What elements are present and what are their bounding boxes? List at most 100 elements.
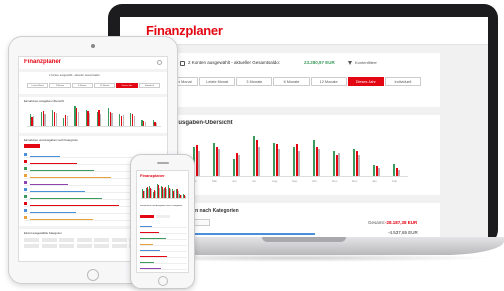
- tablet-bar-chart: [27, 105, 161, 127]
- tablet-category-tab[interactable]: [24, 144, 40, 148]
- tablet-home-button[interactable]: [87, 269, 99, 281]
- chart-bar-jun-3: [66, 115, 68, 126]
- category-chip[interactable]: [41, 244, 57, 248]
- chart-bar-nov-3: [338, 153, 340, 176]
- period-selector: Letzter Monat Letzte Monat 3 Monate 6 Monat…: [162, 77, 422, 86]
- period-option[interactable]: 12 Monate: [310, 77, 347, 86]
- month-tick-label: Feb: [392, 179, 398, 183]
- list-item[interactable]: [140, 229, 187, 234]
- list-item[interactable]: [140, 241, 187, 246]
- category-color-icon: [24, 160, 27, 163]
- filter-icon: [348, 61, 352, 65]
- chart-bar-okt-3: [318, 149, 320, 176]
- category-chip[interactable]: [76, 244, 92, 248]
- tablet-help-icon[interactable]: [157, 60, 162, 65]
- chart-bar-aug-3: [162, 188, 164, 198]
- category-bar: [30, 191, 85, 192]
- chart-bar-jun-3: [238, 154, 240, 176]
- tablet-accounts-summary[interactable]: 2 Konten ausgewählt - aktueller Gesamtsa…: [49, 74, 100, 77]
- accounts-summary[interactable]: 2 Konten ausgewählt - aktueller Gesamtsa…: [188, 60, 280, 65]
- laptop-notch: [262, 237, 346, 242]
- category-chip[interactable]: [76, 238, 92, 242]
- period-option[interactable]: 6 Monate: [71, 83, 93, 88]
- list-item[interactable]: [140, 247, 187, 252]
- category-chip[interactable]: [24, 238, 39, 242]
- chart-bar-sep-3: [298, 151, 300, 176]
- list-item[interactable]: [140, 235, 187, 240]
- category-color-icon: [24, 195, 27, 198]
- month-tick-label: Jul: [252, 179, 256, 183]
- category-chip[interactable]: [24, 244, 39, 248]
- phone-tab-active[interactable]: [140, 215, 154, 218]
- category-bar: [30, 156, 60, 157]
- period-option[interactable]: 12 Monate: [94, 83, 116, 88]
- chart-bar-jul-3: [77, 112, 80, 126]
- chart-bar-dez-3: [358, 154, 360, 176]
- tablet-app-logo[interactable]: Finanzplaner: [24, 59, 61, 65]
- phone-tab[interactable]: [156, 215, 170, 218]
- list-item[interactable]: [140, 265, 187, 270]
- total-label: Gesamt:: [368, 220, 386, 225]
- list-item[interactable]: [140, 253, 187, 258]
- period-option[interactable]: Letzte Monat: [199, 77, 236, 86]
- category-chip[interactable]: [59, 238, 74, 242]
- tablet-chart-title: Einnahmen-Ausgaben-Übersicht: [24, 99, 65, 103]
- chart-bar-feb-3: [185, 196, 186, 198]
- category-color-icon: [24, 167, 27, 170]
- list-item[interactable]: [140, 223, 187, 228]
- month-tick-label: Okt: [312, 179, 317, 183]
- category-color-icon: [24, 209, 27, 212]
- phone-speaker: [157, 162, 169, 164]
- period-option[interactable]: Individuell: [138, 83, 160, 88]
- category-bar: [140, 268, 161, 269]
- chart-bar-aug-3: [278, 149, 280, 176]
- laptop-screen-edge: ?: [420, 17, 488, 237]
- category-chip[interactable]: [41, 238, 57, 242]
- period-option[interactable]: Dieses Jahr: [116, 83, 138, 88]
- chart-bar-mai-3: [55, 112, 57, 126]
- period-option[interactable]: 3 Monate: [236, 77, 273, 86]
- chart-bar-apr-3: [147, 189, 149, 198]
- category-chip[interactable]: [94, 244, 109, 248]
- category-chip[interactable]: [111, 238, 127, 242]
- chart-bar-sep-3: [100, 113, 102, 126]
- chart-bar-jan-3: [378, 168, 380, 176]
- list-item[interactable]: [140, 259, 187, 264]
- phone-category-list: [140, 223, 187, 271]
- period-option[interactable]: Individuell: [384, 77, 421, 86]
- month-tick-label: Nov: [332, 179, 338, 183]
- chart-bar-dez-3: [177, 190, 179, 198]
- category-chip[interactable]: [59, 244, 74, 248]
- phone-bar-chart: [141, 183, 186, 199]
- period-option[interactable]: Letzter Monat: [27, 83, 49, 88]
- chart-bar-jun-3: [155, 190, 156, 198]
- tablet-category-title: Einnahmen und Ausgaben nach Kategorien: [24, 138, 78, 142]
- total-balance: 23.280,97 EUR: [304, 60, 335, 65]
- chart-bar-apr-3: [198, 151, 200, 176]
- period-option[interactable]: Dieses Jahr: [347, 77, 384, 86]
- phone-home-button[interactable]: [158, 276, 168, 286]
- month-tick-label: Dez: [352, 179, 358, 183]
- month-tick-label: Mai: [212, 179, 217, 183]
- tablet-account-panel: 2 Konten ausgewählt - aktueller Gesamtsa…: [19, 72, 167, 94]
- filter-accounts-link[interactable]: Kontenfiltern: [355, 60, 377, 65]
- category-bar: [30, 219, 93, 220]
- phone-app-logo[interactable]: Finanzplaner: [140, 173, 165, 178]
- tablet-camera: [91, 44, 95, 48]
- month-axis: MrzAprMaiJunJulAugSepOktNovDezJanFeb: [168, 179, 408, 185]
- category-bar: [30, 163, 77, 164]
- category-bar: [30, 184, 68, 185]
- chart-bar-mai-3: [218, 149, 220, 176]
- chart-bar-okt-3: [170, 188, 171, 198]
- overview-chart-title: Ausgaben-Übersicht: [174, 120, 233, 126]
- period-option[interactable]: 6 Monate: [273, 77, 310, 86]
- category-chip[interactable]: [111, 244, 127, 248]
- category-chip[interactable]: [94, 238, 109, 242]
- category-bar: [140, 256, 167, 257]
- month-tick-label: Aug: [272, 179, 278, 183]
- tablet-header: Finanzplaner: [19, 57, 167, 69]
- period-option[interactable]: 3 Monate: [49, 83, 71, 88]
- category-bar: [140, 250, 160, 251]
- tablet-chart-card: Einnahmen-Ausgaben-Übersicht: [19, 97, 167, 133]
- chart-bar-sep-3: [166, 189, 167, 198]
